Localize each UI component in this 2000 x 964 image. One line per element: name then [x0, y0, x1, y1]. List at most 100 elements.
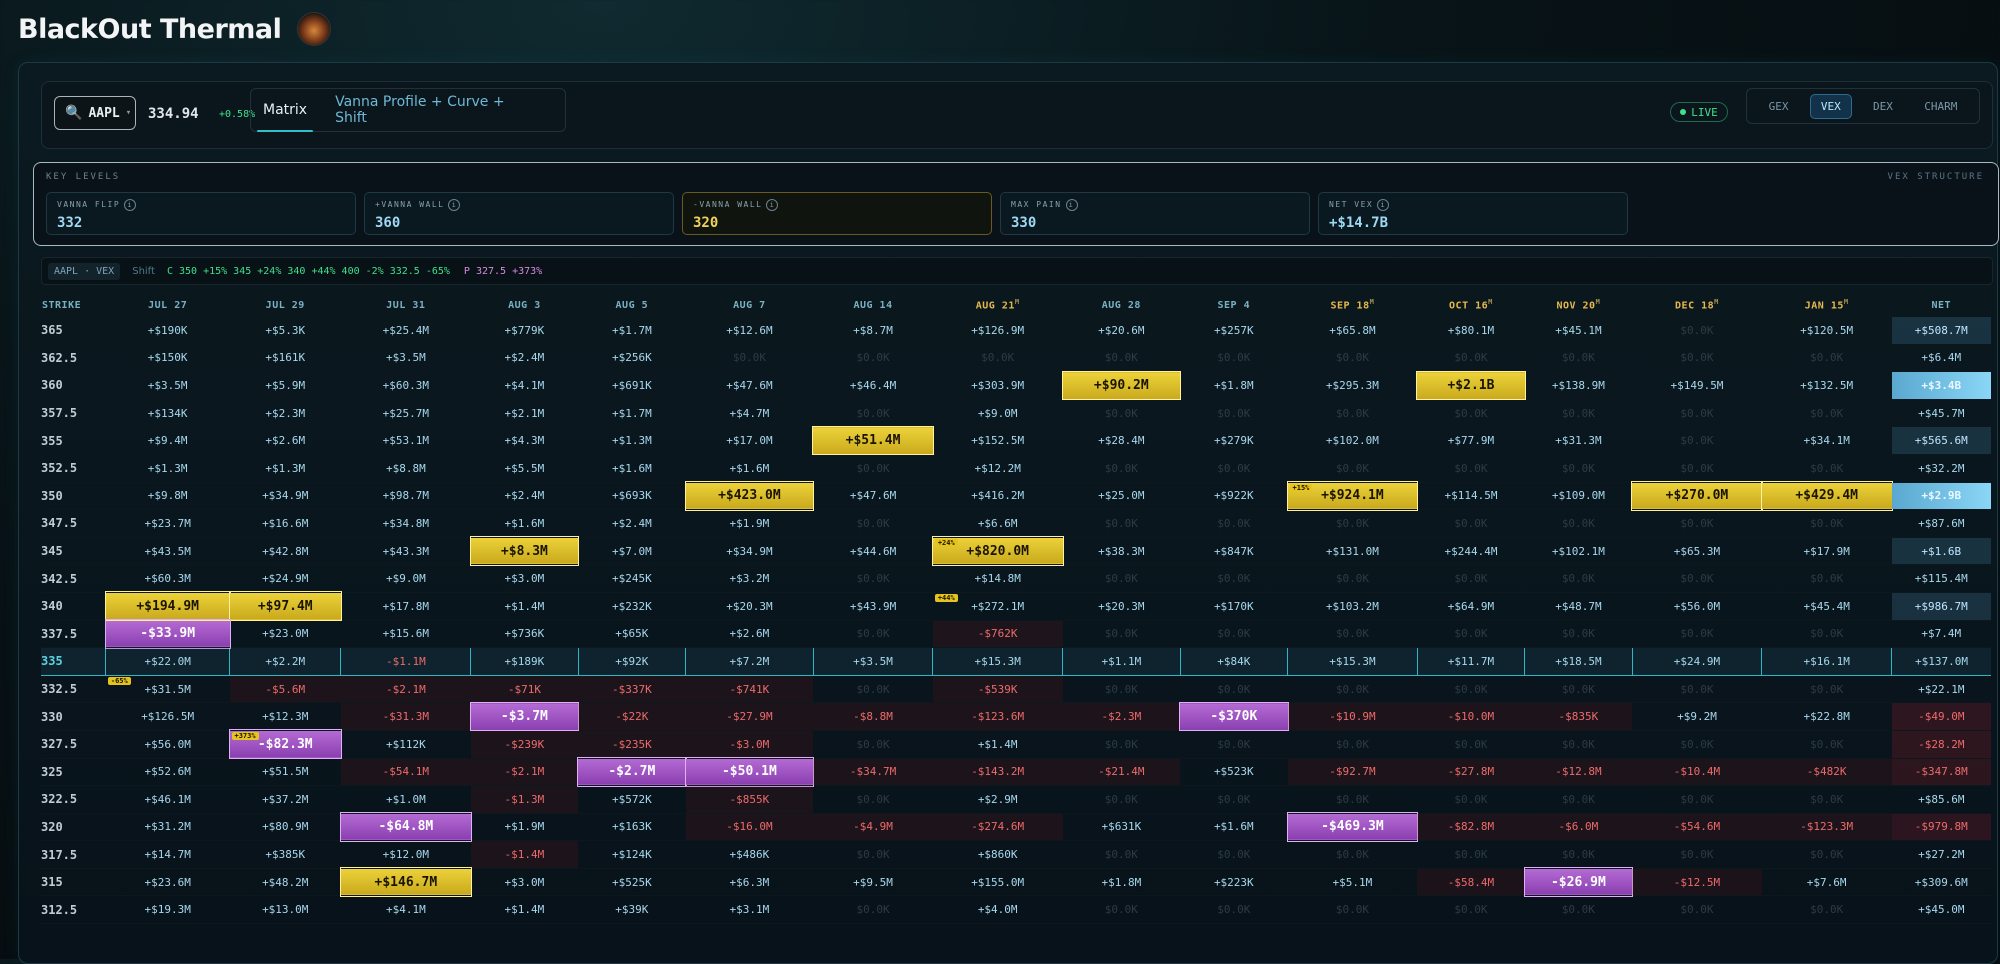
vex-cell[interactable]: -$21.4M [1062, 758, 1181, 787]
vex-cell[interactable]: +$423.0M [684, 481, 815, 511]
vex-cell[interactable]: +$98.7M [340, 482, 471, 511]
table-row[interactable]: 322.5 +$46.1M +$37.2M +$1.0M -$1.3M +$572K -$8… [41, 785, 1991, 814]
vex-cell[interactable]: +$1.9M [470, 813, 579, 842]
vex-cell[interactable]: -$2.3M [1062, 702, 1181, 731]
vex-cell[interactable]: $0.0K [1062, 454, 1181, 483]
vex-cell[interactable]: +$525K [578, 868, 686, 897]
vex-cell[interactable]: $0.0K [1632, 454, 1762, 483]
vex-cell[interactable]: $0.0K [1524, 399, 1633, 428]
vex-cell[interactable]: +$44.6M [813, 537, 933, 566]
vex-cell[interactable]: +$194.9M [104, 591, 231, 622]
table-row[interactable]: 342.5 +$60.3M +$24.9M +$9.0M +$3.0M +$245K +$3… [41, 564, 1991, 593]
vex-cell[interactable]: $0.0K [1761, 620, 1892, 649]
vex-cell[interactable]: +$9.0M [932, 399, 1063, 428]
vex-cell[interactable]: $0.0K [1417, 564, 1525, 593]
vex-cell[interactable]: +$126.5M [105, 702, 230, 731]
vex-cell[interactable]: $0.0K [1417, 399, 1525, 428]
vex-cell[interactable]: $0.0K [1524, 675, 1633, 704]
vex-cell[interactable]: $0.0K [813, 785, 933, 814]
vex-cell[interactable]: +$9.4M [105, 426, 230, 455]
vex-cell[interactable]: $0.0K [813, 509, 933, 538]
vex-cell[interactable]: $0.0K [813, 454, 933, 483]
vex-cell[interactable]: +$103.2M [1287, 592, 1418, 621]
info-icon[interactable]: i [1065, 199, 1078, 211]
vex-cell[interactable]: +$152.5M [932, 426, 1063, 455]
vex-cell[interactable]: +$45.1M [1524, 317, 1633, 345]
greek-charm-button[interactable]: CHARM [1914, 95, 1967, 118]
tab-matrix[interactable]: Matrix [256, 102, 314, 132]
table-row[interactable]: 360 +$3.5M +$5.9M +$60.3M +$4.1M +$691K +$47.6… [41, 370, 1991, 401]
vex-cell[interactable]: $0.0K [1761, 840, 1892, 869]
vex-cell[interactable]: $0.0K [1524, 785, 1633, 814]
vex-cell[interactable]: -$10.0M [1417, 702, 1525, 731]
vex-cell[interactable]: +$22.0M [105, 647, 230, 676]
vex-cell[interactable]: +$190K [105, 317, 230, 345]
vex-cell[interactable]: +$120.5M [1761, 317, 1892, 345]
tab-vanna-profile[interactable]: Vanna Profile + Curve + Shift [335, 94, 537, 126]
vex-cell[interactable]: $0.0K [1632, 509, 1762, 538]
vex-cell[interactable]: -$4.9M [813, 813, 933, 842]
table-row[interactable]: 335 +$22.0M +$2.2M -$1.1M +$189K +$92K +$7.2M +… [41, 647, 1991, 676]
vex-cell[interactable]: +$13.0M [229, 895, 341, 925]
vex-cell[interactable]: +$149.5M [1632, 371, 1762, 400]
vex-cell[interactable]: $0.0K [1524, 564, 1633, 593]
net-cell[interactable]: -$347.8M [1891, 758, 1991, 787]
vex-cell[interactable]: +$131.0M [1287, 537, 1418, 566]
info-icon[interactable]: i [448, 199, 461, 211]
vex-cell[interactable]: +$523K [1180, 758, 1288, 787]
vex-cell[interactable]: +$20.3M [685, 592, 814, 621]
expiry-header[interactable]: AUG 28 [1063, 293, 1181, 317]
vex-cell[interactable]: $0.0K [1632, 344, 1762, 373]
expiry-header[interactable]: JUL 27 [106, 293, 230, 317]
vex-cell[interactable]: -$12.5M [1632, 868, 1762, 897]
vex-cell[interactable]: -$26.9M [1523, 867, 1634, 897]
vex-cell[interactable]: +$4.0M [932, 895, 1063, 925]
expiry-header[interactable]: NET [1892, 293, 1991, 317]
vex-cell[interactable]: $0.0K [813, 344, 933, 373]
vex-cell[interactable]: +$90.2M [1061, 370, 1182, 401]
expiry-header[interactable]: NOV 20M [1525, 293, 1632, 317]
net-cell[interactable]: +$22.1M [1891, 675, 1991, 704]
vex-cell[interactable]: +$5.9M [229, 371, 341, 400]
vex-cell[interactable]: $0.0K [1180, 840, 1288, 869]
vex-cell[interactable]: $0.0K [1180, 564, 1288, 593]
vex-cell[interactable]: +$25.0M [1062, 482, 1181, 511]
vex-cell[interactable]: +$14.8M [932, 564, 1063, 593]
vex-cell[interactable]: $0.0K [1062, 509, 1181, 538]
vex-cell[interactable]: +$134K [105, 399, 230, 428]
vex-cell[interactable]: $0.0K [1761, 730, 1892, 759]
vex-cell[interactable]: +$31.5M -65% [105, 675, 230, 704]
vex-cell[interactable]: +$2.9M [932, 785, 1063, 814]
vex-cell[interactable]: +$22.8M [1761, 702, 1892, 731]
net-cell[interactable]: +$565.6M [1891, 426, 1991, 455]
vex-cell[interactable]: +$11.7M [1416, 647, 1525, 676]
vex-cell[interactable]: -$3.0M [685, 730, 814, 759]
vex-cell[interactable]: -$239K [470, 730, 579, 759]
vex-cell[interactable]: $0.0K [1062, 785, 1181, 814]
vex-cell[interactable]: -$64.8M [339, 812, 472, 842]
expiry-header[interactable]: SEP 18M [1288, 293, 1418, 317]
vex-cell[interactable]: +$24.9M [1631, 647, 1762, 676]
vex-cell[interactable]: +$860K [932, 840, 1063, 869]
vex-cell[interactable]: -$10.4M [1632, 758, 1762, 787]
vex-cell[interactable]: +$53.1M [340, 426, 471, 455]
vex-cell[interactable]: +$15.3M [932, 647, 1063, 676]
vex-cell[interactable]: $0.0K [1287, 564, 1418, 593]
vex-cell[interactable]: +$3.5M [105, 371, 230, 400]
vex-cell[interactable]: +$2.2M [228, 647, 341, 676]
net-cell[interactable]: +$309.6M [1891, 868, 1991, 897]
vex-cell[interactable]: -$123.3M [1761, 813, 1892, 842]
vex-cell[interactable]: $0.0K [813, 895, 933, 925]
vex-cell[interactable]: $0.0K [1287, 785, 1418, 814]
vex-cell[interactable]: $0.0K [1287, 840, 1418, 869]
net-cell[interactable]: -$49.0M [1891, 702, 1991, 731]
vex-cell[interactable]: +$2.3M [229, 399, 341, 428]
vex-cell[interactable]: +$8.3M [469, 536, 580, 566]
vex-cell[interactable]: $0.0K [1062, 675, 1181, 704]
vex-cell[interactable]: -$482K [1761, 758, 1892, 787]
vex-cell[interactable]: +$161K [229, 344, 341, 373]
vex-cell[interactable]: +$43.5M [105, 537, 230, 566]
vex-cell[interactable]: +$1.6M [1180, 813, 1288, 842]
vex-cell[interactable]: +$20.6M [1062, 317, 1181, 345]
net-cell[interactable]: +$6.4M [1891, 344, 1991, 373]
